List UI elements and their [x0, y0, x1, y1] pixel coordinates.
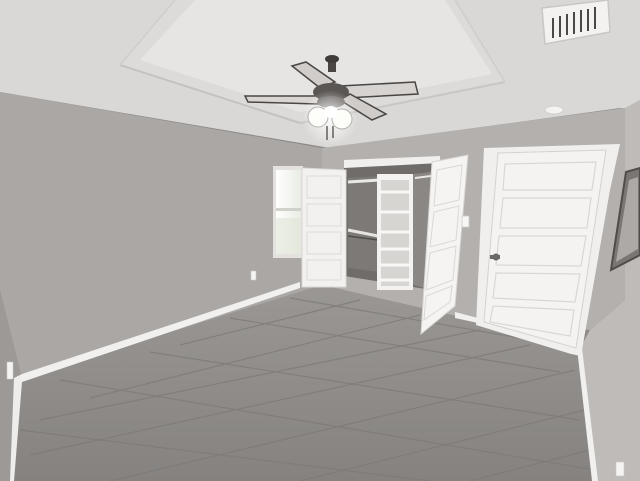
- closet-shelving-unit: [377, 174, 413, 290]
- outlet-icon-left: [6, 361, 14, 380]
- outlet-icon: [250, 270, 257, 281]
- bedroom-scene-svg: [0, 0, 640, 481]
- light-switch-icon[interactable]: [461, 215, 470, 228]
- closet-door-left[interactable]: [301, 167, 347, 288]
- closet-back-wall: [348, 176, 380, 272]
- smoke-detector-icon: [544, 105, 564, 115]
- bedroom-photo: [0, 0, 640, 481]
- outlet-icon-right: [615, 461, 625, 477]
